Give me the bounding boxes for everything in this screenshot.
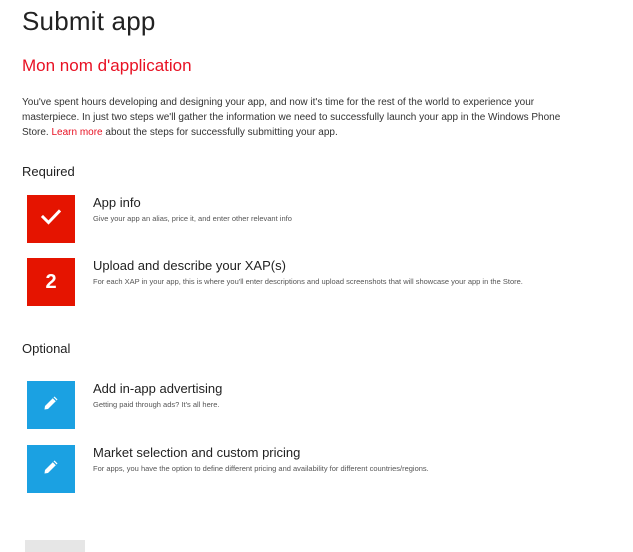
optional-section-label: Optional: [22, 341, 71, 356]
step-complete-tile[interactable]: [27, 195, 75, 243]
step-description: For apps, you have the option to define …: [93, 464, 429, 473]
submit-button[interactable]: [25, 540, 85, 552]
step-edit-tile[interactable]: [27, 445, 75, 493]
step-description: Give your app an alias, price it, and en…: [93, 214, 292, 223]
pencil-icon: [42, 458, 60, 481]
app-name-heading: Mon nom d'application: [22, 56, 192, 75]
intro-paragraph: You've spent hours developing and design…: [22, 95, 562, 140]
step-title[interactable]: Market selection and custom pricing: [93, 445, 300, 460]
learn-more-link[interactable]: Learn more: [51, 127, 102, 138]
pencil-icon: [42, 394, 60, 417]
intro-text-end: about the steps for successfully submitt…: [105, 127, 338, 138]
step-description: For each XAP in your app, this is where …: [93, 277, 523, 286]
step-market-selection[interactable]: Market selection and custom pricing For …: [27, 445, 587, 493]
step-title[interactable]: App info: [93, 195, 141, 210]
step-edit-tile[interactable]: [27, 381, 75, 429]
page-title: Submit app: [22, 6, 156, 36]
required-section-label: Required: [22, 164, 75, 179]
checkmark-icon: [40, 208, 62, 230]
step-app-info[interactable]: App info Give your app an alias, price i…: [27, 195, 587, 243]
step-number: 2: [45, 270, 57, 293]
step-title[interactable]: Add in-app advertising: [93, 381, 222, 396]
step-in-app-advertising[interactable]: Add in-app advertising Getting paid thro…: [27, 381, 587, 429]
step-number-tile[interactable]: 2: [27, 258, 75, 306]
step-description: Getting paid through ads? It's all here.: [93, 400, 220, 409]
step-upload-xap[interactable]: 2 Upload and describe your XAP(s) For ea…: [27, 258, 587, 306]
step-title[interactable]: Upload and describe your XAP(s): [93, 258, 286, 273]
